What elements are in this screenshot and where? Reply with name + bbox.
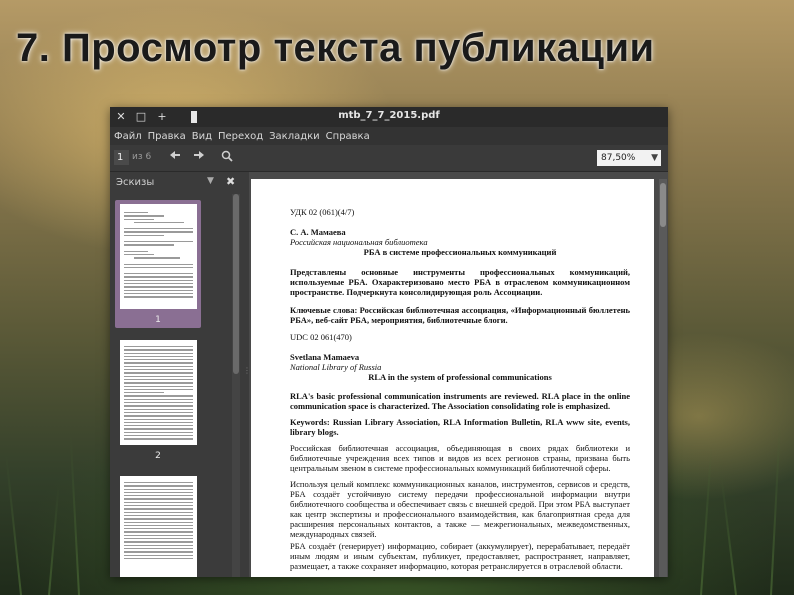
sidebar-mode-label[interactable]: Эскизы (116, 177, 154, 188)
thumbnail-image (120, 476, 197, 577)
close-sidebar-icon[interactable]: ✖ (226, 175, 235, 188)
document-page: УДК 02 (061)(4/7) С. А. Мамаева Российск… (251, 179, 654, 577)
thumbnail-page-2[interactable]: 2 (115, 336, 201, 464)
grass-decoration (770, 425, 781, 595)
document-view: УДК 02 (061)(4/7) С. А. Мамаева Российск… (249, 172, 668, 577)
menu-help[interactable]: Справка (326, 131, 370, 142)
document-scroll-thumb[interactable] (660, 183, 666, 227)
sidebar-header: Эскизы ▼ ✖ (110, 172, 249, 194)
grass-decoration (69, 435, 80, 595)
menu-bar: Файл Правка Вид Переход Закладки Справка (110, 127, 668, 145)
page-count: из 6 (132, 152, 152, 162)
zoom-value: 87,50% (601, 153, 636, 163)
document-scrollbar[interactable] (659, 179, 667, 577)
chevron-down-icon: ▼ (651, 153, 658, 163)
pdf-viewer-window: ✕ □ + mtb_7_7_2015.pdf Файл Правка Вид П… (110, 107, 668, 577)
grass-decoration (5, 455, 22, 595)
toolbar: 1 из 6 87,50% ▼ (110, 145, 668, 172)
doc-paragraph: Российская библиотечная ассоциация, объе… (290, 443, 630, 473)
thumbnail-page-1[interactable]: 1 (115, 200, 201, 328)
page-number-input[interactable]: 1 (114, 150, 129, 165)
thumbnail-list: 1 2 3 (110, 194, 232, 577)
doc-organization: Российская национальная библиотека (290, 237, 428, 247)
doc-author-en: Svetlana Mamaeva (290, 352, 360, 362)
doc-keywords: Ключевые слова: Российская библиотечная … (290, 305, 630, 325)
grass-decoration (720, 475, 737, 595)
previous-page-icon[interactable] (168, 150, 182, 164)
sidebar-scroll-thumb[interactable] (233, 194, 239, 374)
doc-keywords-en: Keywords: Russian Library Association, R… (290, 417, 630, 437)
slide-title: 7. Просмотр текста публикации (16, 26, 655, 70)
chevron-down-icon[interactable]: ▼ (207, 176, 214, 186)
doc-paragraph: РБА создаёт (генерирует) информацию, соб… (290, 541, 630, 571)
thumbnail-page-3[interactable]: 3 (115, 472, 201, 577)
doc-paragraph: Используя целый комплекс коммуникационны… (290, 479, 630, 539)
doc-title-en: RLA in the system of professional commun… (368, 372, 552, 382)
menu-file[interactable]: Файл (114, 131, 142, 142)
doc-organization-en: National Library of Russia (290, 362, 382, 372)
next-page-icon[interactable] (192, 150, 206, 164)
title-bar: ✕ □ + mtb_7_7_2015.pdf (110, 107, 668, 127)
doc-abstract: Представлены основные инструменты профес… (290, 267, 630, 297)
doc-udc-en: UDC 02 061(470) (290, 332, 352, 342)
zoom-select[interactable]: 87,50% ▼ (597, 150, 661, 166)
grass-decoration (700, 445, 713, 595)
menu-view[interactable]: Вид (192, 131, 212, 142)
thumbnail-image (120, 340, 197, 445)
doc-udk: УДК 02 (061)(4/7) (290, 207, 355, 217)
menu-go[interactable]: Переход (218, 131, 263, 142)
menu-edit[interactable]: Правка (148, 131, 186, 142)
doc-abstract-en: RLA's basic professional communication i… (290, 391, 630, 411)
doc-author: С. А. Мамаева (290, 227, 346, 237)
search-icon[interactable] (220, 150, 234, 164)
sidebar-splitter[interactable]: ⋮ (242, 194, 251, 577)
sidebar-scrollbar[interactable] (232, 194, 240, 577)
menu-bookmarks[interactable]: Закладки (269, 131, 320, 142)
thumbnail-number: 1 (155, 315, 161, 325)
thumbnail-image (120, 204, 197, 309)
thumbnail-number: 2 (155, 451, 161, 461)
window-title: mtb_7_7_2015.pdf (338, 110, 440, 121)
grass-decoration (48, 485, 60, 595)
doc-title: РБА в системе профессиональных коммуника… (363, 247, 557, 257)
